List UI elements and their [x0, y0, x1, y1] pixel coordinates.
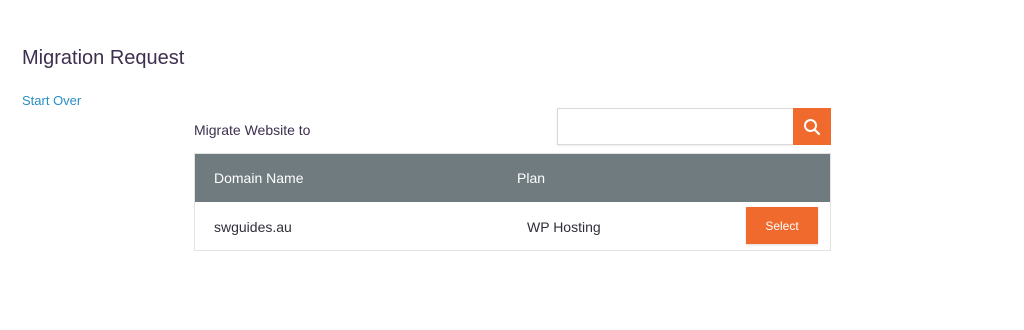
search-icon: [804, 118, 821, 135]
domain-table: Domain Name Plan swguides.au WP Hosting …: [194, 153, 831, 251]
page-title: Migration Request: [22, 47, 185, 70]
search-input[interactable]: [557, 108, 793, 145]
select-button[interactable]: Select: [746, 207, 818, 244]
search-box: [557, 108, 831, 145]
domain-cell: swguides.au: [214, 219, 292, 235]
migrate-website-label: Migrate Website to: [194, 122, 311, 138]
column-header-domain-name: Domain Name: [214, 170, 304, 186]
table-row: swguides.au WP Hosting Select: [195, 202, 830, 250]
search-button[interactable]: [793, 108, 831, 145]
start-over-link[interactable]: Start Over: [22, 93, 81, 108]
table-header: Domain Name Plan: [195, 154, 830, 202]
plan-cell: WP Hosting: [527, 219, 601, 235]
column-header-plan: Plan: [517, 170, 546, 186]
